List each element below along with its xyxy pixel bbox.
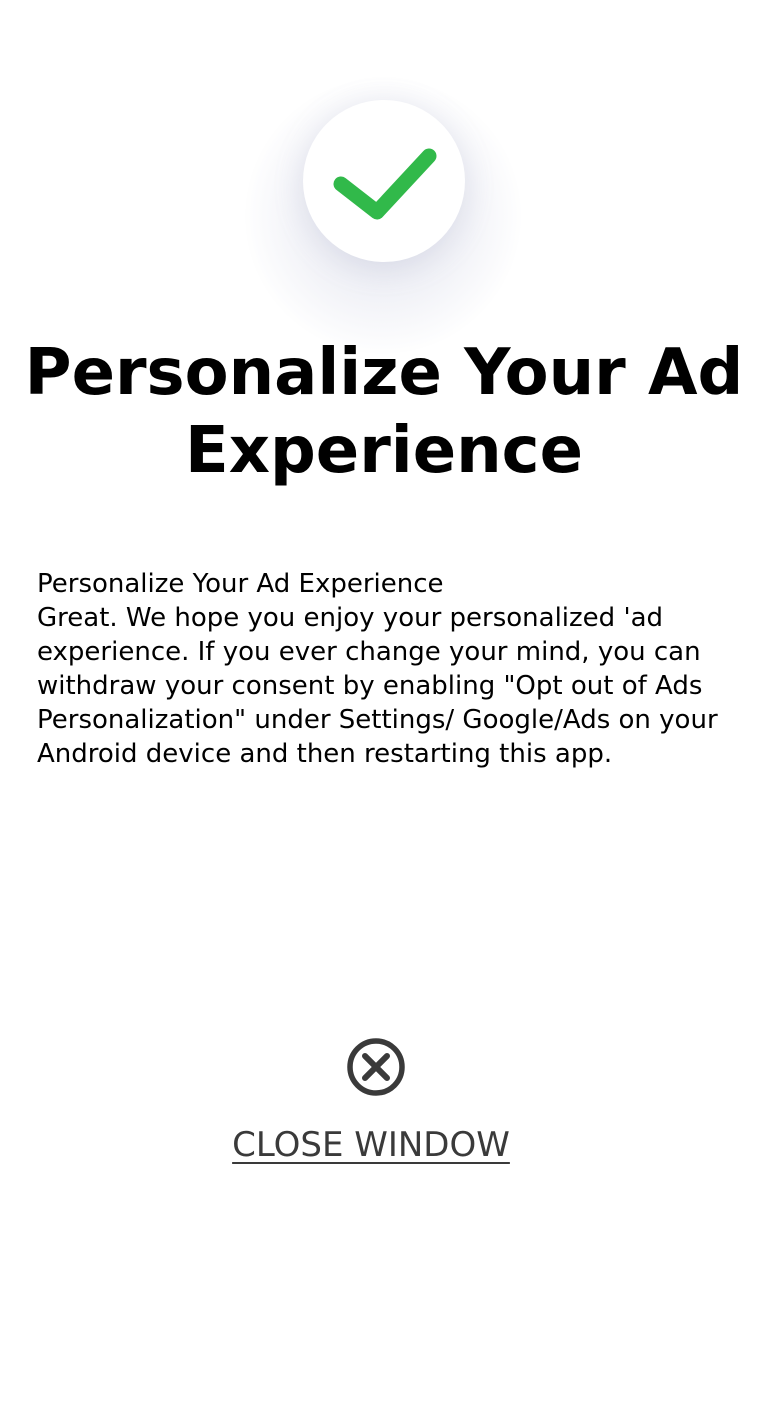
consent-message: Personalize Your Ad Experience Great. We… — [37, 567, 737, 771]
page-title: Personalize Your Ad Experience — [24, 336, 744, 488]
close-window-button[interactable]: CLOSE WINDOW — [0, 1124, 742, 1166]
message-heading: Personalize Your Ad Experience — [37, 569, 444, 599]
message-body: Great. We hope you enjoy your personaliz… — [37, 603, 718, 769]
success-badge — [303, 100, 465, 262]
close-circle-icon[interactable] — [345, 1036, 407, 1098]
checkmark-icon — [333, 148, 437, 220]
